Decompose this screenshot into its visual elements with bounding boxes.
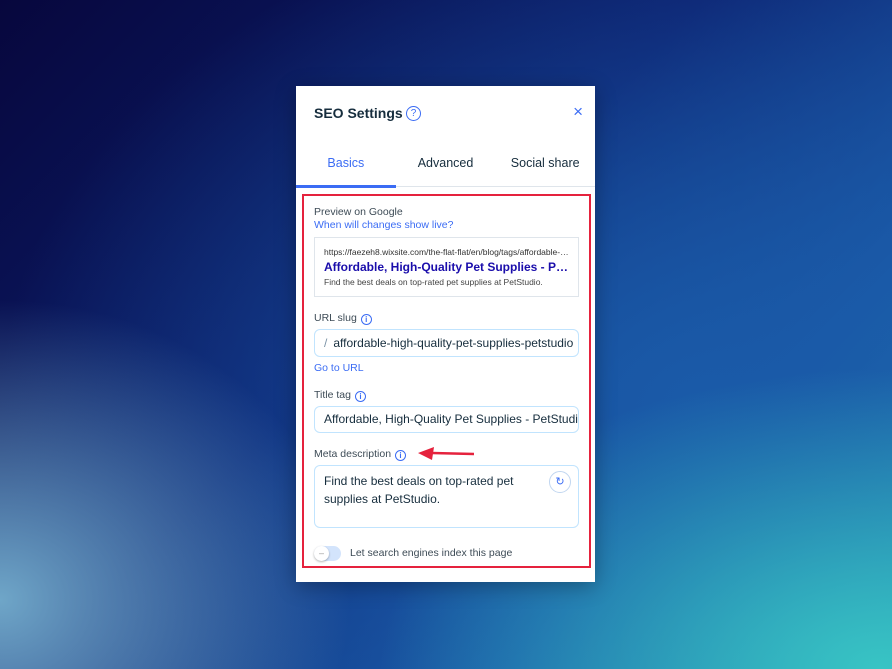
url-slug-label-text: URL slug [314,312,357,324]
meta-description-value: Find the best deals on top-rated pet sup… [324,474,514,506]
tab-basics[interactable]: Basics [296,152,396,188]
url-slug-input[interactable]: / affordable-high-quality-pet-supplies-pe… [314,329,579,357]
slash-prefix: / [324,336,328,350]
go-to-url-link[interactable]: Go to URL [314,362,364,374]
title-tag-input[interactable]: Affordable, High-Quality Pet Supplies - … [314,406,579,433]
preview-description: Find the best deals on top-rated pet sup… [324,277,543,287]
preview-title: Affordable, High-Quality Pet Supplies - … [324,260,569,274]
index-toggle-label: Let search engines index this page [350,547,513,559]
info-icon[interactable]: i [395,450,407,461]
info-icon[interactable]: i [354,391,366,402]
red-arrow-annotation [418,447,474,460]
tab-advanced[interactable]: Advanced [396,152,496,186]
meta-description-label-text: Meta description [314,448,392,460]
close-button[interactable]: × [573,102,583,122]
tab-bar: Basics Advanced Social share [296,152,595,188]
panel-title: SEO Settings [314,105,403,121]
help-icon[interactable]: ? [406,106,421,121]
title-tag-label: Title tag i [314,389,366,402]
url-slug-value: affordable-high-quality-pet-supplies-pet… [333,336,574,350]
index-toggle[interactable]: – [314,546,341,561]
google-preview: https://faezeh8.wixsite.com/the-flat-fla… [314,237,579,297]
meta-description-label: Meta description i [314,448,407,461]
preview-label: Preview on Google [314,206,403,218]
seo-settings-panel: SEO Settings ? × Basics Advanced Social … [296,86,595,582]
info-icon[interactable]: i [360,314,372,325]
reset-icon[interactable]: ↻ [549,471,571,493]
url-slug-label: URL slug i [314,312,372,325]
tab-social-share[interactable]: Social share [495,152,595,186]
toggle-knob: – [314,546,329,561]
changes-live-link[interactable]: When will changes show live? [314,219,453,231]
meta-description-textarea[interactable]: Find the best deals on top-rated pet sup… [314,465,579,528]
title-tag-label-text: Title tag [314,389,351,401]
preview-url: https://faezeh8.wixsite.com/the-flat-fla… [324,247,569,257]
